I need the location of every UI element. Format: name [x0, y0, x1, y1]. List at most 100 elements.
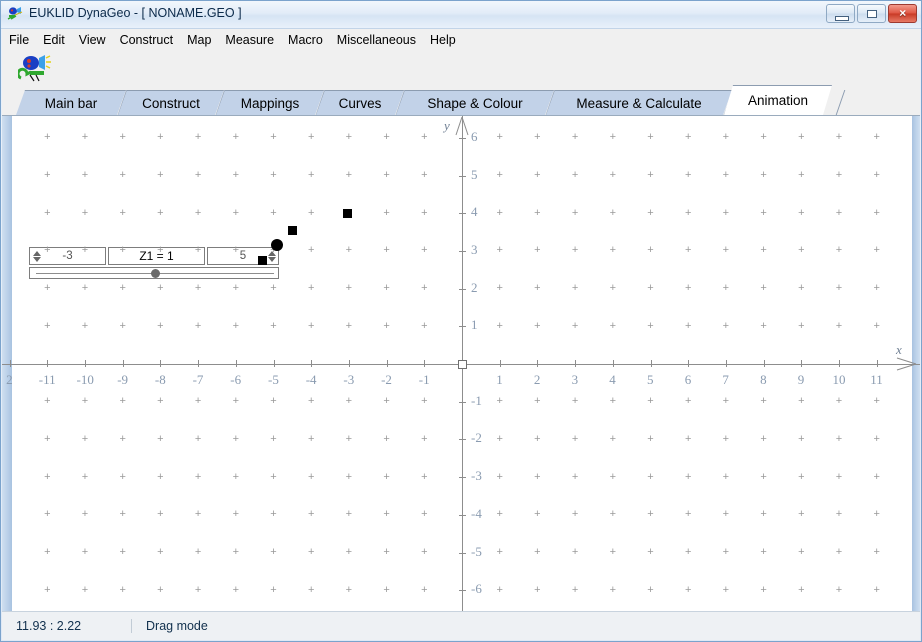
grid-cross: +	[194, 583, 202, 596]
grid-cross: +	[684, 131, 692, 144]
x-tick	[311, 360, 313, 367]
close-button[interactable]: ×	[888, 4, 917, 23]
point-d[interactable]	[257, 255, 267, 265]
x-tick	[235, 360, 237, 367]
grid-cross: +	[496, 546, 503, 558]
grid-cross: +	[722, 583, 730, 596]
slider-min-stepper[interactable]	[31, 248, 42, 264]
grid-cross: +	[798, 546, 805, 558]
grid-cross: +	[835, 432, 843, 445]
point-b[interactable]	[287, 225, 297, 235]
tab-separator	[835, 90, 846, 115]
grid-cross: +	[44, 244, 51, 257]
grid-cross: +	[81, 546, 89, 558]
tab-mappings[interactable]: Mappings	[216, 90, 324, 115]
y-tick	[459, 213, 466, 215]
tab-main-bar[interactable]: Main bar	[16, 90, 126, 115]
menu-item-construct[interactable]: Construct	[113, 31, 181, 49]
menu-item-map[interactable]: Map	[180, 31, 218, 49]
grid-cross: +	[684, 282, 692, 295]
x-tick-label: 10	[832, 372, 846, 387]
grid-cross: +	[44, 508, 51, 521]
x-tick-label: -7	[192, 372, 204, 387]
grid-cross: +	[496, 319, 503, 332]
grid-cross: +	[421, 583, 428, 596]
point-a[interactable]	[342, 208, 352, 218]
grid-cross: +	[119, 395, 126, 408]
grid-cross: +	[835, 244, 843, 257]
grid-cross: +	[81, 508, 89, 521]
y-tick	[459, 137, 466, 139]
geometry-canvas[interactable]: -3 Z1 = 1 5 + + + + + + + + + + + + + + + + + + + + + + + + + + + +…	[2, 116, 920, 612]
y-tick-label: -2	[471, 430, 482, 446]
grid-cross: +	[157, 244, 164, 257]
grid-cross: +	[873, 169, 880, 181]
menu-item-measure[interactable]: Measure	[218, 31, 281, 49]
grid-cross: +	[684, 244, 692, 257]
grid-cross: +	[496, 131, 503, 144]
x-tick	[537, 360, 539, 367]
grid-cross: +	[835, 546, 843, 558]
grid-cross: +	[270, 432, 277, 445]
grid-cross: +	[873, 583, 880, 596]
slider-thumb[interactable]	[150, 269, 160, 278]
tab-animation[interactable]: Animation	[724, 85, 832, 115]
slider-min-value: -3	[62, 250, 73, 262]
grid-cross: +	[345, 319, 353, 332]
x-tick-label: -9	[117, 372, 129, 387]
menu-item-file[interactable]: File	[2, 31, 36, 49]
grid-cross: +	[798, 244, 805, 257]
grid-cross: +	[571, 169, 579, 181]
menu-item-miscellaneous[interactable]: Miscellaneous	[330, 31, 423, 49]
grid-cross: +	[760, 546, 767, 558]
grid-cross: +	[609, 583, 617, 596]
x-tick-label: 8	[760, 372, 767, 387]
x-tick	[348, 360, 350, 367]
status-mode: Drag mode	[146, 619, 208, 633]
menu-item-help[interactable]: Help	[423, 31, 463, 49]
grid-cross: +	[798, 131, 805, 144]
grid-cross: +	[157, 131, 164, 144]
grid-cross: +	[647, 319, 654, 332]
origin-marker	[458, 360, 467, 369]
menu-item-edit[interactable]: Edit	[36, 31, 72, 49]
grid-cross: +	[835, 583, 843, 596]
grid-cross: +	[194, 508, 202, 521]
grid-cross: +	[307, 244, 315, 257]
slider-track[interactable]	[29, 267, 279, 279]
grid-cross: +	[835, 206, 843, 219]
menu-item-macro[interactable]: Macro	[281, 31, 330, 49]
grid-cross: +	[307, 470, 315, 483]
grid-cross: +	[157, 546, 164, 558]
tab-curves[interactable]: Curves	[316, 90, 404, 115]
tab-shape-colour[interactable]: Shape & Colour	[396, 90, 554, 115]
grid-cross: +	[684, 206, 692, 219]
x-tick-label: 11	[870, 372, 883, 387]
animation-projector-wrench-icon[interactable]	[18, 54, 52, 82]
grid-cross: +	[647, 131, 654, 144]
grid-cross: +	[647, 282, 654, 295]
x-tick-label: -3	[343, 372, 355, 387]
slider-min-cell[interactable]: -3	[29, 247, 106, 265]
grid-cross: +	[722, 319, 730, 332]
grid-cross: +	[722, 432, 730, 445]
grid-cross: +	[534, 319, 541, 332]
grid-cross: +	[534, 432, 541, 445]
grid-cross: +	[157, 206, 164, 219]
grid-cross: +	[496, 206, 503, 219]
grid-cross: +	[722, 546, 730, 558]
grid-cross: +	[609, 169, 617, 181]
grid-cross: +	[835, 470, 843, 483]
tab-construct[interactable]: Construct	[118, 90, 224, 115]
x-tick	[575, 360, 577, 367]
grid-cross: +	[232, 206, 240, 219]
status-coordinates: 11.93 : 2.22	[2, 619, 132, 633]
maximize-button[interactable]	[857, 4, 886, 23]
tab-measure-calculate[interactable]: Measure & Calculate	[546, 90, 732, 115]
minimize-button[interactable]	[826, 4, 855, 23]
x-tick	[122, 360, 124, 367]
point-c[interactable]	[271, 239, 284, 252]
menu-item-view[interactable]: View	[72, 31, 113, 49]
grid-cross: +	[383, 508, 390, 521]
grid-cross: +	[383, 583, 390, 596]
